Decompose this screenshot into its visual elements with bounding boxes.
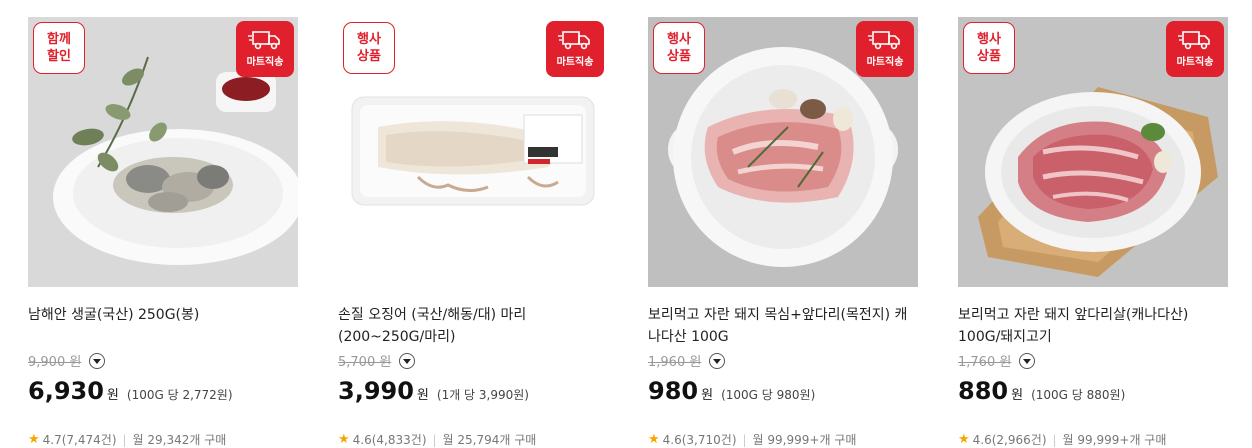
sale-price: 6,930 (28, 377, 104, 405)
product-card[interactable]: 행사 상품 마트직송 보리먹고 자란 돼지 목심+앞다리(목전지) 캐나다산 1… (648, 17, 918, 447)
divider: | (432, 432, 437, 447)
unit-price: (1개 당 3,990원) (436, 388, 529, 402)
sale-price-row: 880 원 (100G 당 880원) (958, 377, 1125, 405)
delivery-badge: 마트직송 (546, 21, 604, 77)
delivery-truck-icon (1178, 31, 1210, 50)
product-card[interactable]: 행사 상품 마트직송 보리먹고 자란 돼지 앞다리살(캐나다산) 100G/돼지… (958, 17, 1228, 447)
original-price-row: 5,700 원 (338, 351, 416, 370)
unit-price: (100G 당 880원) (1031, 388, 1126, 402)
product-image[interactable]: 행사 상품 마트직송 (338, 17, 608, 287)
rating-row: ★ 4.6(3,710건) | 월 99,999+개 구매 (648, 431, 856, 448)
rating-value: 4.6(4,833건) (352, 433, 427, 447)
rating-value: 4.6(2,966건) (972, 433, 1047, 447)
product-card[interactable]: 행사 상품 마트직송 손질 오징어 (국산/해동/대) 마리(200~250G/… (338, 17, 608, 447)
sale-price-row: 980 원 (100G 당 980원) (648, 377, 815, 405)
product-title[interactable]: 보리먹고 자란 돼지 목심+앞다리(목전지) 캐나다산 100G (648, 304, 918, 348)
currency: 원 (416, 388, 429, 403)
delivery-badge: 마트직송 (1166, 21, 1224, 77)
delivery-badge: 마트직송 (856, 21, 914, 77)
original-price-row: 1,960 원 (648, 351, 726, 370)
delivery-truck-icon (558, 31, 590, 50)
delivery-badge-label: 마트직송 (1176, 57, 1214, 68)
delivery-badge-label: 마트직송 (246, 57, 284, 68)
rating-row: ★ 4.6(4,833건) | 월 25,794개 구매 (338, 431, 536, 448)
product-title[interactable]: 남해안 생굴(국산) 250G(봉) (28, 304, 298, 326)
original-price: 1,760 원 (958, 355, 1012, 370)
divider: | (1052, 432, 1057, 447)
divider: | (122, 432, 127, 447)
original-price: 1,960 원 (648, 355, 702, 370)
rating-row: ★ 4.7(7,474건) | 월 29,342개 구매 (28, 431, 226, 448)
unit-price: (100G 당 2,772원) (126, 388, 233, 402)
promo-badge: 함께 할인 (33, 22, 85, 74)
divider: | (742, 432, 747, 447)
monthly-purchases: 월 25,794개 구매 (442, 433, 537, 447)
rating-row: ★ 4.6(2,966건) | 월 99,999+개 구매 (958, 431, 1166, 448)
rating-value: 4.6(3,710건) (662, 433, 737, 447)
product-title[interactable]: 손질 오징어 (국산/해동/대) 마리(200~250G/마리) (338, 304, 608, 348)
star-icon: ★ (28, 432, 40, 447)
delivery-truck-icon (868, 31, 900, 50)
delivery-badge-label: 마트직송 (556, 57, 594, 68)
chevron-down-icon[interactable] (89, 352, 106, 369)
product-image[interactable]: 행사 상품 마트직송 (648, 17, 918, 287)
delivery-badge-label: 마트직송 (866, 57, 904, 68)
delivery-badge: 마트직송 (236, 21, 294, 77)
product-title[interactable]: 보리먹고 자란 돼지 앞다리살(캐나다산) 100G/돼지고기 (958, 304, 1228, 348)
original-price-row: 1,760 원 (958, 351, 1036, 370)
promo-badge: 행사 상품 (343, 22, 395, 74)
monthly-purchases: 월 99,999+개 구매 (752, 433, 857, 447)
currency: 원 (701, 388, 714, 403)
sale-price: 980 (648, 377, 699, 405)
sale-price: 3,990 (338, 377, 414, 405)
star-icon: ★ (958, 432, 970, 447)
currency: 원 (106, 388, 119, 403)
sale-price-row: 6,930 원 (100G 당 2,772원) (28, 377, 233, 405)
original-price: 5,700 원 (338, 355, 392, 370)
chevron-down-icon[interactable] (1019, 352, 1036, 369)
delivery-truck-icon (248, 31, 280, 50)
product-image[interactable]: 함께 할인 마트직송 (28, 17, 298, 287)
chevron-down-icon[interactable] (399, 352, 416, 369)
unit-price: (100G 당 980원) (721, 388, 816, 402)
original-price-row: 9,900 원 (28, 351, 106, 370)
monthly-purchases: 월 29,342개 구매 (132, 433, 227, 447)
chevron-down-icon[interactable] (709, 352, 726, 369)
product-card[interactable]: 함께 할인 마트직송 남해안 생굴(국산) 250G(봉) 9,900 원 6,… (28, 17, 298, 447)
sale-price-row: 3,990 원 (1개 당 3,990원) (338, 377, 529, 405)
promo-badge: 행사 상품 (963, 22, 1015, 74)
monthly-purchases: 월 99,999+개 구매 (1062, 433, 1167, 447)
promo-badge: 행사 상품 (653, 22, 705, 74)
original-price: 9,900 원 (28, 355, 82, 370)
sale-price: 880 (958, 377, 1009, 405)
star-icon: ★ (648, 432, 660, 447)
currency: 원 (1011, 388, 1024, 403)
product-image[interactable]: 행사 상품 마트직송 (958, 17, 1228, 287)
rating-value: 4.7(7,474건) (42, 433, 117, 447)
star-icon: ★ (338, 432, 350, 447)
